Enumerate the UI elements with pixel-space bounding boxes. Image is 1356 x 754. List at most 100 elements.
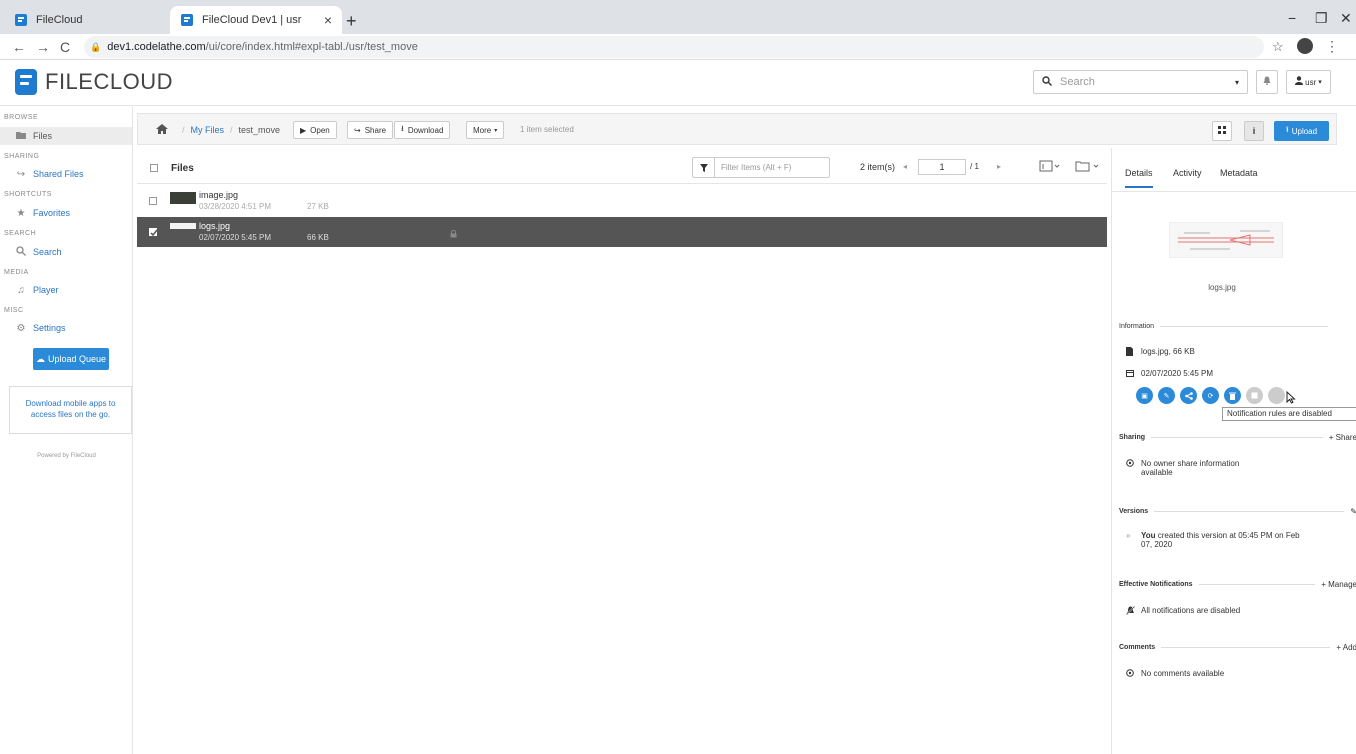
- new-folder-icon[interactable]: [1075, 160, 1101, 175]
- file-preview-thumbnail[interactable]: [1169, 222, 1283, 258]
- file-date: 03/28/2020 4:51 PM: [199, 202, 272, 211]
- file-toolbar: / My Files / test_move ▶ Open ↪ Share ⭳ …: [137, 113, 1337, 145]
- powered-by: Powered by FileCloud: [37, 453, 96, 459]
- divider: [1151, 437, 1323, 438]
- row-checkbox[interactable]: [149, 197, 157, 205]
- download-label: Download: [407, 125, 444, 135]
- reload-icon[interactable]: C: [60, 39, 70, 55]
- filter-input[interactable]: Filter Items (Alt + F): [692, 157, 830, 178]
- url-field[interactable]: 🔒 dev1.codelathe.com /ui/core/index.html…: [84, 36, 1264, 58]
- file-date: 02/07/2020 5:45 PM: [1141, 369, 1214, 378]
- table-row[interactable]: logs.jpg 02/07/2020 5:45 PM 66 KB: [137, 217, 1107, 247]
- browser-tab-filecloud-dev1[interactable]: FileCloud Dev1 | usr ×: [170, 6, 342, 34]
- minimize-icon[interactable]: −: [1288, 10, 1296, 26]
- home-icon[interactable]: [156, 123, 168, 137]
- grid-view-button[interactable]: [1212, 121, 1232, 141]
- preview-action-icon[interactable]: ▣: [1136, 387, 1153, 404]
- file-name[interactable]: logs.jpg: [199, 221, 230, 231]
- download-icon: ⭳: [401, 124, 404, 133]
- add-share-link[interactable]: + Share: [1329, 433, 1356, 442]
- sidebar-item-settings[interactable]: ⚙ Settings: [0, 319, 66, 337]
- comments-section-header: Comments + Add: [1119, 643, 1356, 652]
- upload-button[interactable]: ⭱ Upload: [1274, 121, 1329, 141]
- sidebar-item-shared-files[interactable]: ↪ Shared Files: [0, 165, 84, 183]
- file-summary-line: logs.jpg, 66 KB: [1126, 347, 1195, 358]
- edit-versions-icon[interactable]: ✎: [1350, 507, 1356, 516]
- lock-action-icon[interactable]: [1246, 387, 1263, 404]
- notifications-line: All notifications are disabled: [1125, 605, 1240, 617]
- file-size: 27 KB: [307, 202, 329, 211]
- back-icon[interactable]: ←: [12, 39, 26, 55]
- manage-notifications-link[interactable]: + Manage: [1321, 580, 1356, 589]
- filecloud-logo[interactable]: FILECLOUD: [15, 69, 173, 95]
- comments-label: Comments: [1119, 644, 1156, 651]
- profile-avatar-icon[interactable]: [1297, 38, 1313, 54]
- next-page-icon[interactable]: ▸: [997, 162, 1001, 171]
- image-thumbnail: [170, 223, 196, 229]
- username: usr: [1305, 77, 1317, 87]
- open-button[interactable]: ▶ Open: [293, 121, 337, 139]
- upload-queue-label: Upload Queue: [47, 354, 107, 364]
- sync-icon[interactable]: ⟳: [1202, 387, 1219, 404]
- download-button[interactable]: ⭳ Download: [394, 121, 451, 139]
- page-number-input[interactable]: 1: [918, 159, 966, 175]
- chevron-right-icon[interactable]: »: [1126, 531, 1136, 540]
- chevron-down-icon[interactable]: ▾: [1235, 78, 1239, 87]
- mobile-apps-line2: access files on the go.: [30, 410, 111, 419]
- share-action-icon[interactable]: [1180, 387, 1197, 404]
- sharing-info-line: No owner share information available: [1126, 459, 1239, 477]
- info-button[interactable]: i: [1244, 121, 1264, 141]
- view-options-icon[interactable]: [1039, 160, 1061, 175]
- sidebar-item-files[interactable]: Files: [0, 127, 132, 145]
- browser-tab-filecloud[interactable]: FileCloud ×: [4, 6, 198, 34]
- user-menu-button[interactable]: usr ▾: [1286, 70, 1331, 94]
- share-arrow-icon: ↪: [16, 168, 26, 180]
- notification-rules-icon[interactable]: [1268, 387, 1285, 404]
- page-total: / 1: [970, 162, 979, 171]
- add-comment-link[interactable]: + Add: [1336, 643, 1356, 652]
- tab-title: FileCloud Dev1 | usr: [202, 14, 302, 26]
- play-icon: ▶: [300, 125, 307, 135]
- sidebar: BROWSE Files SHARING ↪ Shared Files SHOR…: [0, 106, 133, 754]
- bookmark-star-icon[interactable]: ☆: [1272, 39, 1284, 55]
- file-name[interactable]: image.jpg: [199, 190, 238, 200]
- row-checkbox[interactable]: [149, 228, 158, 237]
- table-row[interactable]: image.jpg 03/28/2020 4:51 PM 27 KB: [137, 186, 1107, 216]
- sidebar-item-search[interactable]: Search: [0, 243, 62, 261]
- version-text-2: 07, 2020: [1141, 540, 1173, 549]
- close-window-icon[interactable]: ✕: [1340, 10, 1352, 27]
- breadcrumb-current: test_move: [238, 125, 281, 135]
- more-button[interactable]: More ▾: [466, 121, 505, 139]
- mobile-apps-link[interactable]: Download mobile apps to access files on …: [9, 386, 132, 434]
- upload-label: Upload: [1291, 126, 1318, 136]
- filter-placeholder: Filter Items (Alt + F): [721, 163, 792, 172]
- sidebar-item-favorites[interactable]: ★ Favorites: [0, 204, 71, 222]
- breadcrumb-my-files[interactable]: My Files: [191, 125, 225, 135]
- delete-trash-icon[interactable]: [1224, 387, 1241, 404]
- tab-close-icon[interactable]: ×: [324, 12, 332, 28]
- versions-label: Versions: [1119, 508, 1149, 515]
- select-all-checkbox[interactable]: [150, 164, 158, 172]
- tab-activity[interactable]: Activity: [1173, 168, 1202, 178]
- forward-icon[interactable]: →: [36, 39, 50, 55]
- sidebar-item-player[interactable]: ♫ Player: [0, 281, 58, 299]
- search-input[interactable]: Search ▾: [1033, 70, 1248, 94]
- tab-metadata[interactable]: Metadata: [1220, 168, 1258, 178]
- upload-queue-button[interactable]: ☁ Upload Queue: [33, 348, 109, 370]
- filecloud-favicon-icon: [14, 13, 28, 27]
- section-browse: BROWSE: [4, 114, 39, 121]
- breadcrumb-separator: /: [230, 125, 233, 135]
- edit-pencil-icon[interactable]: ✎: [1158, 387, 1175, 404]
- info-circle-icon: [1126, 669, 1136, 679]
- browser-menu-icon[interactable]: ⋮: [1325, 38, 1339, 55]
- previous-page-icon[interactable]: ◂: [903, 162, 907, 171]
- url-host: dev1.codelathe.com: [107, 41, 206, 53]
- restore-icon[interactable]: ❐: [1315, 10, 1328, 27]
- files-title: Files: [171, 163, 194, 174]
- notifications-button[interactable]: [1256, 70, 1278, 94]
- user-icon: [1295, 76, 1304, 88]
- new-tab-button[interactable]: +: [346, 11, 357, 32]
- tab-details[interactable]: Details: [1125, 168, 1153, 188]
- share-button[interactable]: ↪ Share: [347, 121, 394, 139]
- address-bar-row: ← → C 🔒 dev1.codelathe.com /ui/core/inde…: [0, 34, 1356, 60]
